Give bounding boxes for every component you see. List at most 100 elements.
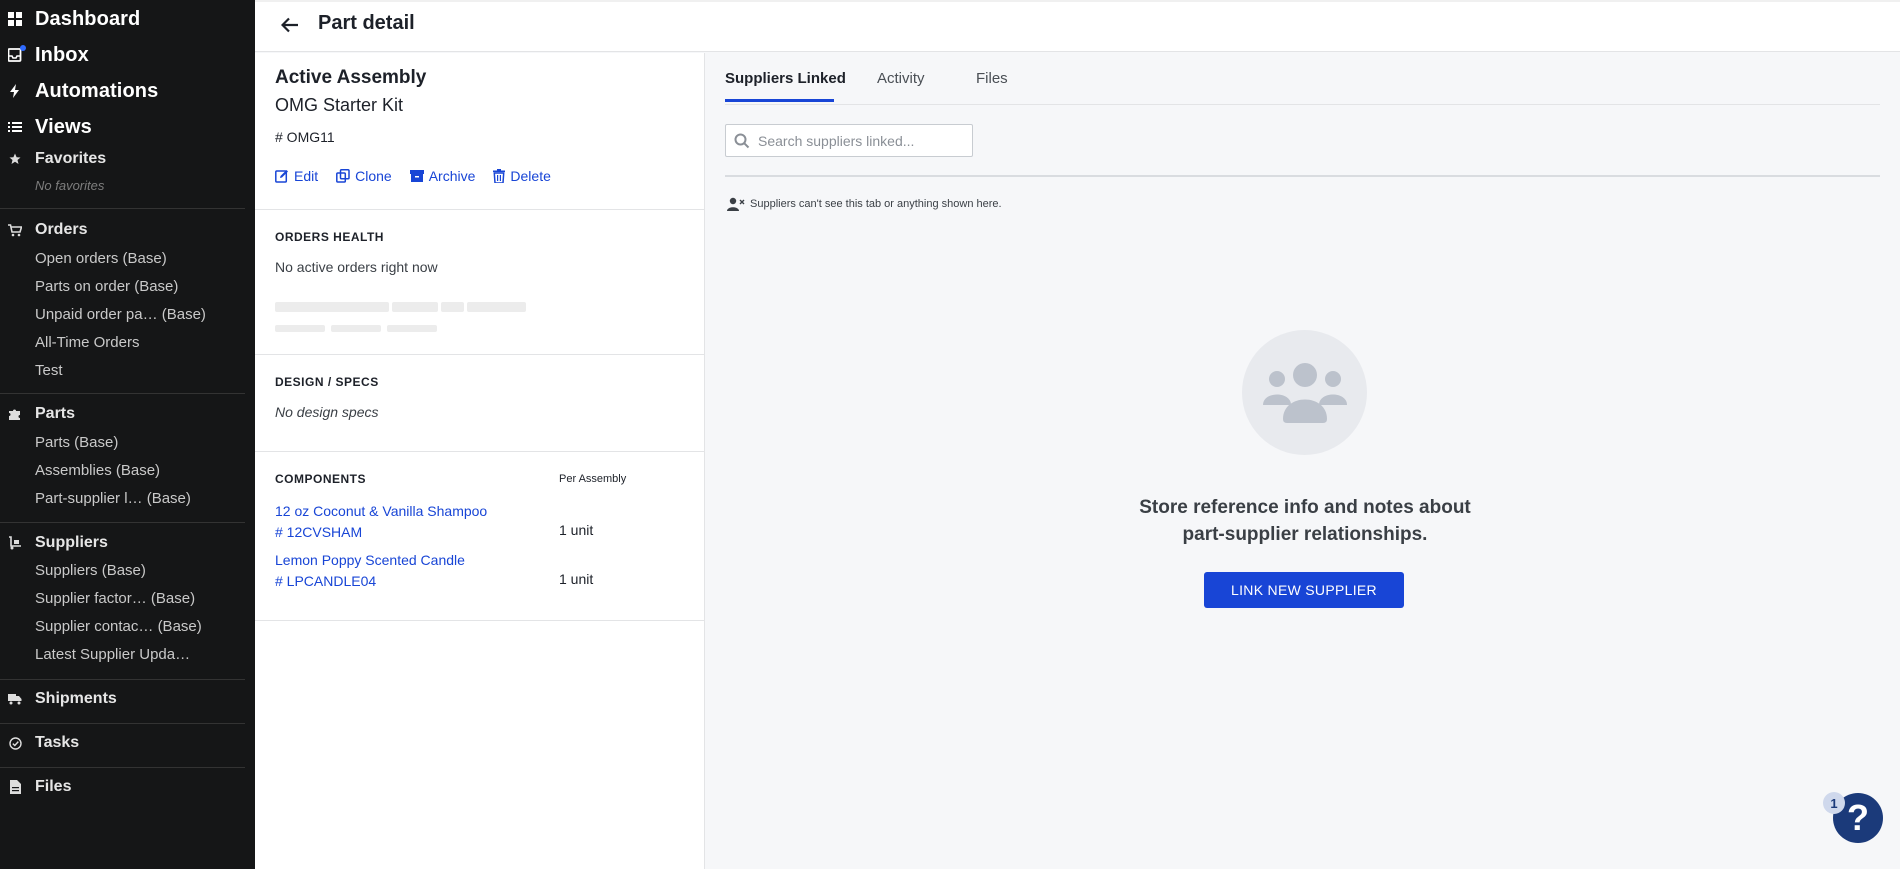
component-link[interactable]: Lemon Poppy Scented Candle # LPCANDLE04 (275, 550, 465, 592)
part-kind: Active Assembly (275, 67, 427, 88)
empty-state-message: Store reference info and notes about par… (1105, 494, 1505, 548)
link-new-supplier-button[interactable]: LINK NEW SUPPLIER (1204, 572, 1404, 608)
star-icon (8, 152, 22, 166)
nav-automations-label: Automations (35, 79, 159, 102)
sidebar-item-test[interactable]: Test (35, 360, 63, 382)
section-divider (725, 175, 1880, 177)
page-title: Part detail (318, 12, 415, 34)
list-icon (8, 120, 22, 134)
help-label: ? (1847, 797, 1869, 838)
edit-button[interactable]: Edit (275, 168, 318, 184)
arrow-left-icon (280, 17, 299, 38)
favorites-empty: No favorites (35, 178, 105, 193)
check-circle-icon (8, 736, 22, 750)
sidebar-item-parts[interactable]: Parts (Base) (35, 432, 118, 454)
empty-state-line: Store reference info and notes about (1139, 497, 1471, 518)
back-button[interactable] (277, 14, 303, 40)
puzzle-icon (8, 407, 22, 421)
component-number: # LPCANDLE04 (275, 573, 377, 589)
loading-placeholder (441, 302, 464, 312)
tab-suppliers-linked[interactable]: Suppliers Linked (725, 70, 846, 87)
archive-button[interactable]: Archive (409, 168, 475, 184)
sidebar-item-assemblies[interactable]: Assemblies (Base) (35, 460, 160, 482)
component-name: Lemon Poppy Scented Candle (275, 552, 465, 568)
per-assembly-header: Per Assembly (559, 473, 627, 485)
nav-favorites-label: Favorites (35, 150, 107, 167)
archive-icon (409, 170, 424, 182)
design-specs-section: DESIGN / SPECS No design specs (255, 355, 704, 452)
nav-suppliers-label: Suppliers (35, 534, 108, 551)
nav-automations[interactable]: Automations (8, 76, 158, 106)
nav-views[interactable]: Views (8, 112, 92, 142)
trash-icon (493, 169, 506, 183)
sidebar-item-parts-on-order[interactable]: Parts on order (Base) (35, 276, 178, 298)
orders-health-title: ORDERS HEALTH (275, 230, 384, 244)
orders-health-status: No active orders right now (275, 259, 438, 275)
help-notification-badge: 1 (1823, 792, 1845, 814)
component-number: # 12CVSHAM (275, 524, 363, 540)
design-specs-empty: No design specs (275, 404, 379, 420)
loading-placeholder (392, 302, 438, 312)
file-icon (8, 780, 22, 794)
component-link[interactable]: 12 oz Coconut & Vanilla Shampoo # 12CVSH… (275, 501, 487, 543)
users-group-icon (1262, 362, 1347, 423)
sidebar-divider (0, 522, 245, 523)
nav-favorites[interactable]: Favorites (8, 148, 106, 170)
tab-activity[interactable]: Activity (877, 70, 925, 87)
cart-icon (8, 223, 22, 237)
nav-dashboard[interactable]: Dashboard (8, 4, 140, 34)
orders-health-section: ORDERS HEALTH No active orders right now (255, 210, 704, 355)
nav-shipments[interactable]: Shipments (8, 688, 117, 710)
sidebar-divider (0, 679, 245, 680)
sidebar-item-supplier-contacts[interactable]: Supplier contac… (Base) (35, 616, 202, 638)
nav-tasks[interactable]: Tasks (8, 732, 79, 754)
sidebar-divider (0, 393, 245, 394)
sidebar: Dashboard Inbox Automations Views Favori… (0, 0, 255, 869)
user-hidden-icon (727, 197, 745, 211)
loading-placeholder (275, 302, 389, 312)
dolly-icon (8, 536, 22, 550)
sidebar-item-latest-supplier-updates[interactable]: Latest Supplier Upda… (35, 644, 190, 666)
part-actions: Edit Clone Archive Delete (275, 168, 551, 184)
part-header-section: Active Assembly OMG Starter Kit # OMG11 … (255, 53, 704, 210)
clone-icon (336, 169, 350, 183)
sidebar-item-all-time-orders[interactable]: All-Time Orders (35, 332, 139, 354)
delete-button[interactable]: Delete (493, 168, 551, 184)
nav-inbox-label: Inbox (35, 43, 89, 66)
nav-orders[interactable]: Orders (8, 219, 87, 241)
loading-placeholder (331, 325, 381, 332)
visibility-notice: Suppliers can't see this tab or anything… (727, 197, 1002, 211)
component-qty: 1 unit (559, 522, 594, 538)
sidebar-item-suppliers[interactable]: Suppliers (Base) (35, 560, 146, 582)
bolt-icon (8, 84, 22, 98)
loading-placeholder (467, 302, 526, 312)
loading-placeholder (275, 325, 325, 332)
nav-parts-label: Parts (35, 405, 76, 422)
inbox-icon (8, 45, 26, 62)
edit-icon (275, 170, 288, 183)
nav-suppliers[interactable]: Suppliers (8, 532, 108, 554)
sidebar-item-open-orders[interactable]: Open orders (Base) (35, 248, 167, 270)
search-box (725, 124, 973, 157)
clone-label: Clone (355, 168, 392, 184)
tab-bar: Suppliers Linked Activity Files (725, 53, 1880, 105)
clone-button[interactable]: Clone (336, 168, 392, 184)
components-title: COMPONENTS (275, 472, 367, 486)
tab-files[interactable]: Files (976, 70, 1008, 87)
nav-files-label: Files (35, 778, 72, 795)
sidebar-item-part-supplier-links[interactable]: Part-supplier l… (Base) (35, 488, 191, 510)
search-input[interactable] (756, 131, 960, 150)
nav-files[interactable]: Files (8, 776, 71, 798)
sidebar-item-supplier-factories[interactable]: Supplier factor… (Base) (35, 588, 195, 610)
part-number: # OMG11 (275, 129, 335, 145)
sidebar-divider (0, 208, 245, 209)
truck-icon (8, 692, 22, 706)
part-summary-panel: Active Assembly OMG Starter Kit # OMG11 … (255, 53, 705, 869)
delete-label: Delete (510, 168, 551, 184)
component-name: 12 oz Coconut & Vanilla Shampoo (275, 503, 488, 519)
sidebar-item-unpaid-orders[interactable]: Unpaid order pa… (Base) (35, 304, 206, 326)
loading-placeholder (387, 325, 437, 332)
nav-parts[interactable]: Parts (8, 403, 75, 425)
nav-inbox[interactable]: Inbox (8, 40, 89, 70)
sidebar-divider (0, 767, 245, 768)
